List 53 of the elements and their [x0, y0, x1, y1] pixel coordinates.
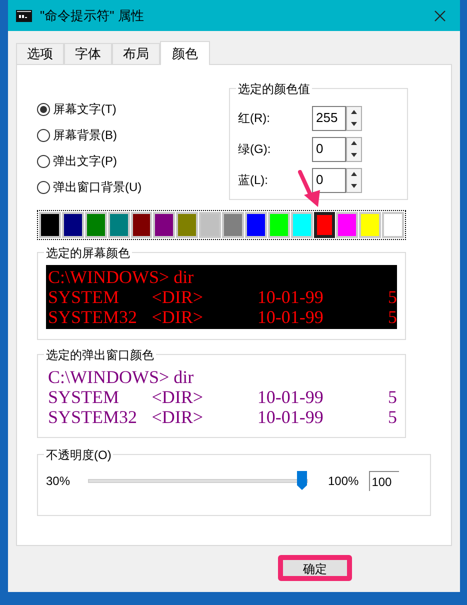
- console-text: SYSTEM: [48, 288, 120, 306]
- console-text: 10-01-99: [257, 308, 324, 326]
- console-text: <DIR>: [152, 308, 204, 326]
- console-text: <DIR>: [152, 388, 204, 406]
- number-field[interactable]: 0: [312, 136, 346, 162]
- tab[interactable]: 选项: [16, 43, 64, 64]
- group-label: 选定的颜色值: [236, 80, 312, 98]
- radio-button[interactable]: [37, 154, 50, 168]
- annotation-arrow: [298, 170, 322, 208]
- console-text: 5: [387, 388, 398, 406]
- field-label: 红(R):: [238, 110, 271, 127]
- group-label: 不透明度(O): [44, 446, 114, 464]
- window-title: "命令提示符" 属性: [40, 6, 144, 25]
- number-field[interactable]: 0: [312, 168, 346, 192]
- field-label: 绿(G):: [238, 141, 272, 158]
- radio-label[interactable]: 弹出窗口背景(U): [53, 178, 142, 196]
- field-label: 蓝(L):: [238, 172, 269, 189]
- number-field[interactable]: 255: [312, 106, 346, 130]
- tab[interactable]: 布局: [112, 43, 160, 64]
- console-text: SYSTEM: [48, 388, 120, 406]
- radio-label[interactable]: 屏幕文字(T): [53, 100, 116, 118]
- close-icon[interactable]: [434, 10, 446, 22]
- radio-button[interactable]: [37, 180, 50, 194]
- spin-buttons[interactable]: [346, 136, 362, 162]
- slider-max-label: 100%: [328, 473, 359, 490]
- spin-buttons[interactable]: [346, 168, 362, 192]
- ok-button[interactable]: 确定: [278, 555, 352, 581]
- group-label: 选定的屏幕颜色: [44, 244, 132, 262]
- radio-label[interactable]: 屏幕背景(B): [53, 126, 117, 144]
- slider-thumb[interactable]: [297, 471, 307, 490]
- console-text: C:\WINDOWS> dir: [48, 368, 194, 386]
- console-text: 5: [387, 288, 398, 306]
- radio-label[interactable]: 弹出文字(P): [53, 152, 117, 170]
- radio-button[interactable]: [37, 102, 50, 116]
- console-text: <DIR>: [152, 408, 204, 426]
- console-text: SYSTEM32: [48, 308, 138, 326]
- console-text: 10-01-99: [257, 388, 324, 406]
- console-text: 10-01-99: [257, 408, 324, 426]
- opacity-value-field[interactable]: 100: [368, 471, 399, 491]
- console-text: <DIR>: [152, 288, 204, 306]
- radio-button[interactable]: [37, 128, 50, 142]
- color-swatch[interactable]: [314, 212, 336, 238]
- tab[interactable]: 颜色: [160, 41, 210, 65]
- group-label: 选定的弹出窗口颜色: [44, 346, 156, 364]
- tab[interactable]: 字体: [64, 43, 112, 64]
- console-icon: [16, 10, 32, 22]
- console-text: 5: [387, 308, 398, 326]
- console-text: 5: [387, 408, 398, 426]
- slider-min-label: 30%: [46, 473, 72, 490]
- console-text: 10-01-99: [257, 288, 324, 306]
- console-text: C:\WINDOWS> dir: [48, 268, 194, 286]
- console-text: SYSTEM32: [48, 408, 138, 426]
- spin-buttons[interactable]: [346, 106, 362, 130]
